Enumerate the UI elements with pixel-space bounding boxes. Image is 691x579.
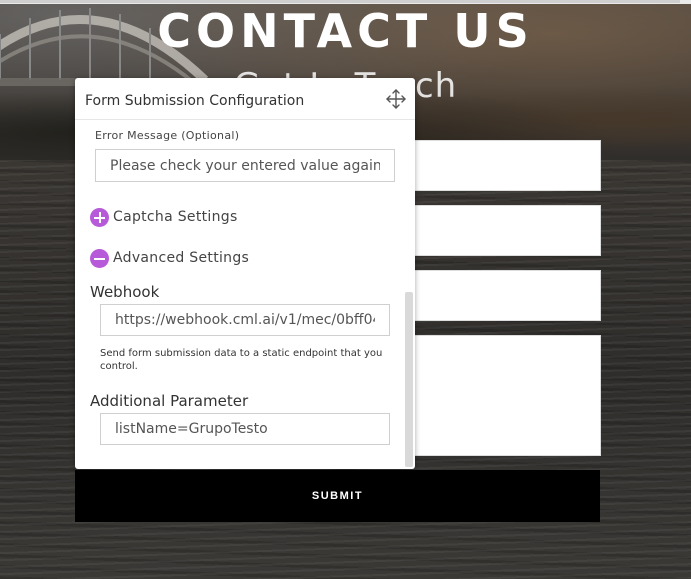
contact-email-field[interactable] (410, 205, 601, 256)
captcha-settings-label: Captcha Settings (113, 209, 238, 225)
captcha-settings-toggle[interactable]: Captcha Settings (90, 206, 290, 228)
additional-parameter-input[interactable] (100, 413, 390, 445)
error-message-input[interactable] (95, 149, 395, 182)
additional-parameter-label: Additional Parameter (90, 392, 249, 410)
minus-circle-icon (90, 249, 109, 268)
form-submission-config-panel: Form Submission Configuration Error Mess… (75, 78, 415, 469)
advanced-settings-toggle[interactable]: Advanced Settings (90, 247, 290, 269)
contact-message-field[interactable] (410, 335, 601, 456)
panel-scrollbar[interactable] (405, 292, 413, 467)
panel-header[interactable]: Form Submission Configuration (75, 78, 415, 120)
page-heading: CONTACT US (157, 4, 534, 58)
move-icon[interactable] (385, 88, 407, 110)
plus-circle-icon (90, 208, 109, 227)
webhook-input[interactable] (100, 304, 390, 336)
error-message-label: Error Message (Optional) (95, 129, 240, 142)
contact-subject-field[interactable] (410, 270, 601, 321)
panel-title: Form Submission Configuration (85, 93, 305, 109)
advanced-settings-label: Advanced Settings (113, 250, 250, 266)
contact-name-field[interactable] (410, 140, 601, 191)
top-scroll-thumb[interactable] (0, 0, 680, 3)
webhook-label: Webhook (90, 283, 160, 301)
webhook-help-text: Send form submission data to a static en… (100, 348, 383, 372)
submit-button[interactable]: SUBMIT (75, 470, 600, 522)
